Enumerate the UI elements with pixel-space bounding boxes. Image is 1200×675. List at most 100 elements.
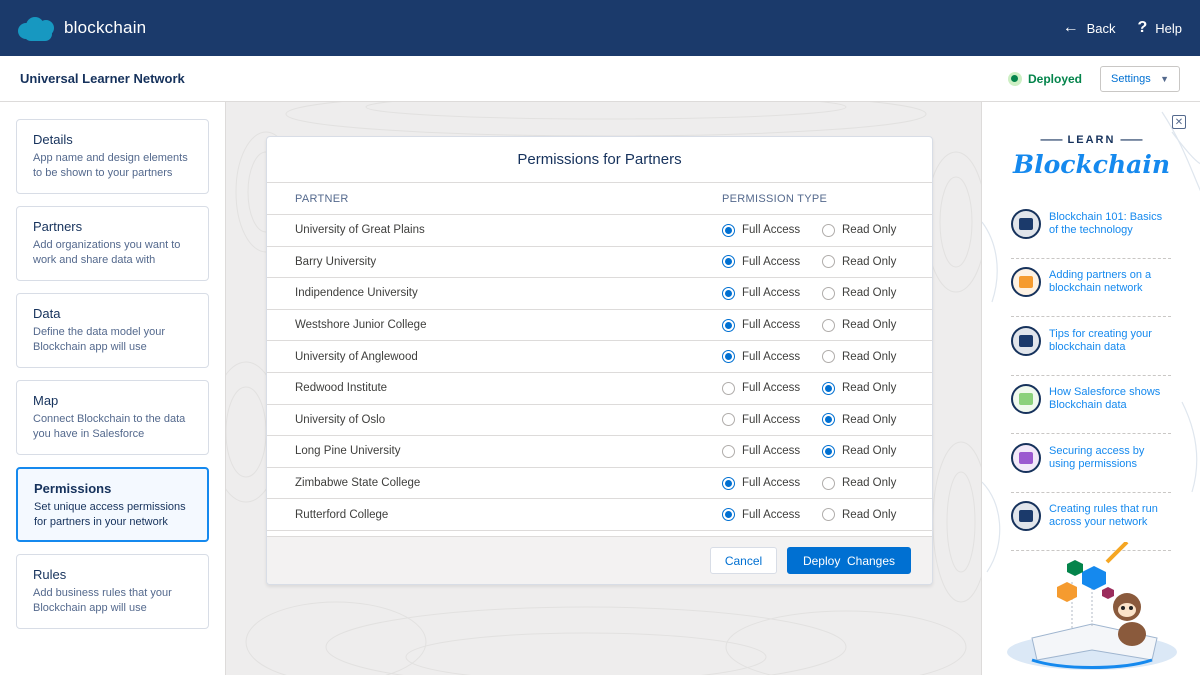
- partner-column-header: PARTNER: [295, 192, 349, 205]
- radio-circle-icon: [722, 318, 735, 332]
- step-map[interactable]: Map Connect Blockchain to the data you ha…: [16, 380, 209, 455]
- step-description: Add organizations you want to work and s…: [33, 239, 181, 266]
- partner-name: Westshore Junior College: [295, 319, 427, 332]
- partner-name: Barry University: [295, 255, 377, 268]
- learn-topic-link[interactable]: Securing access by using permissions: [1011, 443, 1171, 493]
- learn-topic-label: How Salesforce shows Blockchain data: [1049, 386, 1161, 411]
- full-access-label: Full Access: [742, 445, 801, 458]
- ship-icon: [1011, 501, 1041, 531]
- table-row: Rutterford College Full Access Read Only: [267, 499, 932, 531]
- status-dot-icon: [1007, 71, 1022, 86]
- caret-down-icon: ▼: [1160, 73, 1169, 84]
- table-row: Indipendence University Full Access Read O…: [267, 278, 932, 310]
- full-access-radio[interactable]: Full Access: [722, 286, 822, 300]
- read-only-label: Read Only: [842, 287, 897, 300]
- learn-topic-link[interactable]: Blockchain 101: Basics of the technology: [1011, 209, 1171, 259]
- full-access-radio[interactable]: Full Access: [722, 508, 822, 522]
- full-access-radio[interactable]: Full Access: [722, 444, 822, 458]
- learn-topic-label: Adding partners on a blockchain network: [1049, 269, 1152, 294]
- step-description: Connect Blockchain to the data you have …: [33, 413, 186, 440]
- full-access-label: Full Access: [742, 382, 801, 395]
- read-only-label: Read Only: [842, 413, 897, 426]
- step-rules[interactable]: Rules Add business rules that your Blockc…: [16, 554, 209, 629]
- read-only-radio[interactable]: Read Only: [822, 223, 896, 237]
- settings-dropdown[interactable]: Settings ▼: [1100, 65, 1180, 92]
- read-only-label: Read Only: [842, 382, 897, 395]
- read-only-radio[interactable]: Read Only: [822, 286, 897, 300]
- main-canvas: Permissions for Partners PARTNER PERMISS…: [226, 102, 981, 675]
- learn-title: Blockchain: [1012, 150, 1171, 179]
- step-data[interactable]: Data Define the data model your Blockchai…: [16, 293, 209, 368]
- step-title: Data: [33, 306, 61, 321]
- step-partners[interactable]: Partners Add organizations you want to wo…: [16, 206, 209, 281]
- full-access-label: Full Access: [742, 224, 801, 237]
- permission-type-column-header: PERMISSION TYPE: [722, 192, 828, 205]
- read-only-radio[interactable]: Read Only: [822, 255, 897, 269]
- app-logo[interactable]: blockchain: [18, 15, 146, 41]
- help-button[interactable]: ? Help: [1137, 19, 1182, 37]
- read-only-radio[interactable]: Read Only: [822, 350, 896, 364]
- full-access-radio[interactable]: Full Access: [722, 255, 822, 269]
- deploy-changes-button[interactable]: Deploy Changes: [787, 547, 911, 574]
- step-title: Permissions: [34, 481, 112, 496]
- cancel-button[interactable]: Cancel: [710, 547, 777, 574]
- step-details[interactable]: Details App name and design elements to b…: [16, 119, 209, 194]
- partner-name: Rutterford College: [295, 508, 389, 521]
- radio-circle-icon: [822, 476, 835, 490]
- learn-topic-link[interactable]: Tips for creating your blockchain data: [1011, 326, 1171, 376]
- read-only-radio[interactable]: Read Only: [822, 444, 896, 458]
- full-access-radio[interactable]: Full Access: [722, 381, 822, 395]
- setup-steps-nav: Details App name and design elements to b…: [0, 102, 226, 675]
- radio-circle-icon: [722, 223, 735, 237]
- deployed-status: Deployed: [1007, 71, 1082, 86]
- full-access-radio[interactable]: Full Access: [722, 476, 822, 490]
- radio-circle-icon: [722, 350, 735, 364]
- full-access-label: Full Access: [742, 508, 801, 521]
- window-icon: [1011, 384, 1041, 414]
- learn-topic-link[interactable]: How Salesforce shows Blockchain data: [1011, 384, 1171, 434]
- radio-circle-icon: [722, 255, 735, 269]
- read-only-radio[interactable]: Read Only: [822, 508, 896, 522]
- table-row: Redwood Institute Full Access Read Only: [267, 373, 932, 405]
- full-access-label: Full Access: [742, 319, 801, 332]
- table-row: University of Great Plains Full Access Rea…: [267, 215, 932, 247]
- phone-lock-icon: [1011, 443, 1041, 473]
- radio-circle-icon: [822, 350, 835, 364]
- radio-circle-icon: [822, 444, 835, 458]
- full-access-radio[interactable]: Full Access: [722, 223, 822, 237]
- radio-circle-icon: [822, 413, 835, 427]
- permissions-card: Permissions for Partners PARTNER PERMISS…: [266, 136, 933, 585]
- step-permissions[interactable]: Permissions Set unique access permissions…: [16, 467, 209, 542]
- partner-name: Indipendence University: [295, 287, 418, 300]
- brand-name: blockchain: [64, 18, 147, 37]
- full-access-radio[interactable]: Full Access: [722, 350, 822, 364]
- table-row: Westshore Junior College Full Access Read …: [267, 310, 932, 342]
- back-button[interactable]: ← Back: [1063, 19, 1116, 37]
- status-label: Deployed: [1027, 71, 1082, 86]
- partner-name: University of Anglewood: [295, 350, 418, 363]
- top-bar: blockchain ← Back ? Help: [0, 0, 1200, 56]
- learn-topic-label: Blockchain 101: Basics of the technology: [1049, 211, 1163, 236]
- read-only-radio[interactable]: Read Only: [822, 476, 897, 490]
- radio-circle-icon: [822, 318, 835, 332]
- read-only-label: Read Only: [842, 255, 897, 268]
- radio-circle-icon: [822, 286, 835, 300]
- step-description: Set unique access permissions for partne…: [34, 501, 186, 528]
- read-only-radio[interactable]: Read Only: [822, 381, 897, 395]
- full-access-label: Full Access: [742, 255, 801, 268]
- partner-name: University of Oslo: [295, 413, 386, 426]
- read-only-radio[interactable]: Read Only: [822, 318, 896, 332]
- step-description: Define the data model your Blockchain ap…: [33, 326, 166, 353]
- close-panel-button[interactable]: ✕: [1172, 115, 1186, 129]
- read-only-radio[interactable]: Read Only: [822, 413, 897, 427]
- full-access-radio[interactable]: Full Access: [722, 413, 822, 427]
- table-row: Zimbabwe State College Full Access Read On…: [267, 468, 932, 500]
- full-access-radio[interactable]: Full Access: [722, 318, 822, 332]
- learn-panel: ✕ —— LEARN —— Blockchain Blockchain 101:…: [981, 102, 1200, 675]
- robot-icon: [1011, 209, 1041, 239]
- learn-topic-link[interactable]: Adding partners on a blockchain network: [1011, 267, 1171, 317]
- read-only-label: Read Only: [842, 477, 897, 490]
- arrow-left-icon: ←: [1062, 19, 1079, 36]
- radio-circle-icon: [822, 223, 835, 237]
- cloud-logo-icon: [18, 15, 56, 41]
